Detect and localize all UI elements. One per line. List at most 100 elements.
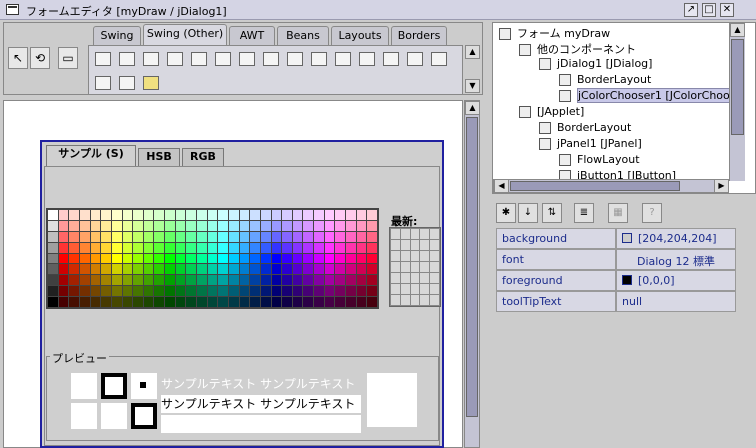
sort-by-type-icon[interactable]: ✱	[496, 203, 516, 223]
color-swatch[interactable]	[143, 242, 154, 253]
desktoppane-component-icon[interactable]	[383, 52, 399, 66]
color-swatch[interactable]	[122, 264, 133, 275]
color-swatch[interactable]	[122, 231, 133, 242]
color-swatch[interactable]	[292, 220, 303, 231]
recent-swatch[interactable]	[391, 251, 400, 261]
color-swatch[interactable]	[133, 264, 143, 275]
recent-swatch[interactable]	[430, 273, 439, 283]
color-swatch[interactable]	[101, 210, 111, 220]
color-swatch[interactable]	[207, 220, 218, 231]
color-swatch[interactable]	[314, 253, 324, 264]
tree-node[interactable]: BorderLayout	[539, 121, 631, 137]
color-swatch[interactable]	[356, 220, 367, 231]
color-swatch[interactable]	[90, 297, 101, 307]
color-swatch[interactable]	[197, 220, 207, 231]
tree-scroll-right-icon[interactable]: ▶	[714, 179, 729, 193]
palette-scroll-up-icon[interactable]: ▲	[465, 45, 480, 59]
color-swatch[interactable]	[346, 253, 356, 264]
color-swatch[interactable]	[335, 220, 346, 231]
color-swatch[interactable]	[239, 275, 250, 286]
color-swatch[interactable]	[239, 253, 250, 264]
recent-swatch[interactable]	[391, 295, 400, 305]
color-swatch[interactable]	[228, 231, 239, 242]
tab-layouts[interactable]: Layouts	[331, 26, 389, 45]
color-swatch[interactable]	[165, 253, 175, 264]
color-swatch[interactable]	[303, 231, 314, 242]
color-swatch[interactable]	[197, 264, 207, 275]
color-swatch[interactable]	[175, 264, 186, 275]
color-swatch[interactable]	[228, 220, 239, 231]
color-swatch[interactable]	[282, 264, 292, 275]
color-swatch[interactable]	[101, 264, 111, 275]
color-swatch[interactable]	[111, 264, 122, 275]
color-swatch[interactable]	[346, 242, 356, 253]
recent-swatch[interactable]	[400, 284, 410, 294]
color-swatch[interactable]	[250, 220, 260, 231]
color-swatch[interactable]	[239, 286, 250, 297]
color-swatch[interactable]	[175, 275, 186, 286]
color-swatch[interactable]	[48, 264, 58, 275]
color-swatch[interactable]	[314, 220, 324, 231]
color-swatch[interactable]	[207, 253, 218, 264]
color-swatch[interactable]	[48, 275, 58, 286]
color-swatch[interactable]	[218, 275, 228, 286]
property-row[interactable]: background [204,204,204]	[496, 228, 746, 249]
color-swatch[interactable]	[111, 231, 122, 242]
color-swatch[interactable]	[154, 242, 165, 253]
color-swatch[interactable]	[260, 231, 271, 242]
color-swatch[interactable]	[69, 297, 79, 307]
color-swatch[interactable]	[69, 242, 79, 253]
color-swatch[interactable]	[154, 220, 165, 231]
color-swatch[interactable]	[292, 286, 303, 297]
color-swatch[interactable]	[250, 275, 260, 286]
color-swatch[interactable]	[367, 286, 377, 297]
color-swatch[interactable]	[58, 220, 69, 231]
color-swatch[interactable]	[292, 264, 303, 275]
color-swatch[interactable]	[367, 210, 377, 220]
color-swatch[interactable]	[282, 275, 292, 286]
color-swatch[interactable]	[314, 297, 324, 307]
color-swatch[interactable]	[143, 264, 154, 275]
color-swatch[interactable]	[218, 220, 228, 231]
color-swatch[interactable]	[239, 231, 250, 242]
color-swatch[interactable]	[292, 210, 303, 220]
recent-swatch[interactable]	[410, 262, 420, 272]
color-swatch[interactable]	[367, 242, 377, 253]
color-swatch[interactable]	[260, 253, 271, 264]
color-swatch[interactable]	[197, 210, 207, 220]
color-swatch[interactable]	[90, 253, 101, 264]
color-swatch[interactable]	[122, 253, 133, 264]
color-swatch[interactable]	[282, 242, 292, 253]
color-swatch[interactable]	[165, 242, 175, 253]
color-swatch[interactable]	[250, 297, 260, 307]
colorchooser-component-icon[interactable]	[431, 52, 447, 66]
separator-component-icon[interactable]	[191, 52, 207, 66]
color-swatch[interactable]	[207, 231, 218, 242]
color-swatch[interactable]	[271, 242, 282, 253]
color-swatch[interactable]	[165, 210, 175, 220]
color-swatch[interactable]	[228, 253, 239, 264]
color-swatch[interactable]	[260, 210, 271, 220]
color-swatch[interactable]	[101, 297, 111, 307]
color-swatch[interactable]	[175, 297, 186, 307]
color-swatch[interactable]	[48, 297, 58, 307]
color-swatch[interactable]	[292, 242, 303, 253]
tree-hscroll-thumb[interactable]	[510, 181, 680, 191]
color-swatch[interactable]	[111, 242, 122, 253]
color-swatch[interactable]	[79, 297, 90, 307]
color-swatch[interactable]	[282, 297, 292, 307]
color-swatch[interactable]	[239, 264, 250, 275]
tab-hsb[interactable]: HSB	[138, 148, 180, 166]
color-swatch[interactable]	[48, 286, 58, 297]
recent-swatch[interactable]	[420, 240, 430, 250]
color-swatch[interactable]	[346, 297, 356, 307]
color-swatch[interactable]	[186, 242, 197, 253]
color-swatch[interactable]	[218, 286, 228, 297]
color-swatch[interactable]	[186, 220, 197, 231]
color-swatch[interactable]	[292, 231, 303, 242]
color-swatch[interactable]	[367, 275, 377, 286]
color-swatch[interactable]	[58, 231, 69, 242]
color-swatch[interactable]	[143, 210, 154, 220]
color-swatch[interactable]	[143, 220, 154, 231]
color-swatch[interactable]	[324, 264, 335, 275]
